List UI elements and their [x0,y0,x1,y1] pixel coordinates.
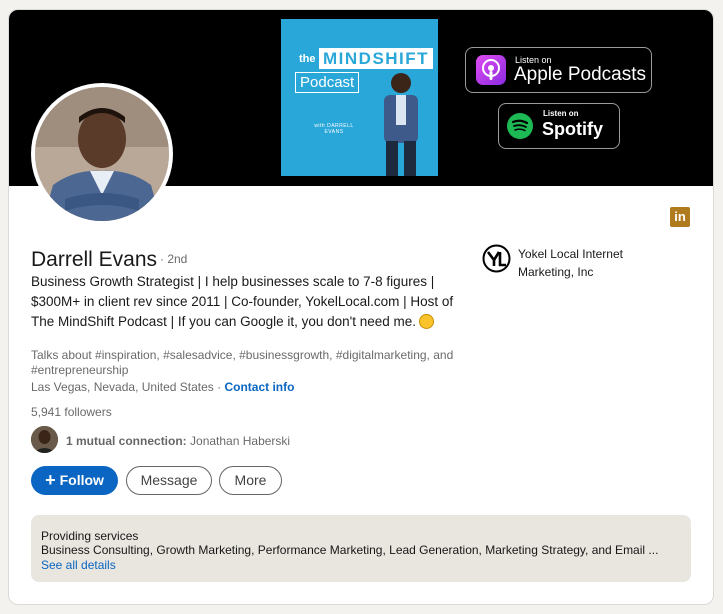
smile-emoji-icon [419,314,435,329]
host-photo-icon [384,73,418,176]
profile-headline: Business Growth Strategist | I help busi… [31,272,461,332]
company-name[interactable]: Yokel Local Internet Marketing, Inc [518,245,678,281]
profile-card: the MINDSHIFT Podcast with DARRELL EVANS… [8,9,714,605]
cover-podcast: Podcast [295,72,360,93]
mutual-count: 1 mutual connection: [66,434,187,448]
follow-label: Follow [59,472,104,488]
followers-count: 5,941 followers [31,405,112,419]
cover-host: with DARRELL EVANS [314,123,354,135]
message-button[interactable]: Message [126,466,212,495]
mutual-connection[interactable]: 1 mutual connection: Jonathan Haberski [66,434,290,448]
apple-podcasts-badge[interactable]: Listen on Apple Podcasts [465,47,652,93]
profile-avatar[interactable] [31,83,173,225]
more-button[interactable]: More [219,466,282,495]
connection-degree: · 2nd [160,252,188,266]
location: Las Vegas, Nevada, United States · [31,380,222,394]
apple-big-text: Apple Podcasts [514,64,647,85]
apple-podcasts-icon [476,55,506,85]
avatar-photo [35,87,169,221]
company-logo-icon[interactable] [482,244,511,273]
services-title: Providing services [41,529,139,543]
talks-about: Talks about #inspiration, #salesadvice, … [31,348,454,377]
cover-mindshift: MINDSHIFT [319,48,434,69]
spotify-big-text: Spotify [542,119,603,139]
contact-info-link[interactable]: Contact info [224,380,294,394]
profile-name: Darrell Evans [31,248,158,271]
location-line: Las Vegas, Nevada, United States · Conta… [31,380,294,395]
see-all-details-link[interactable]: See all details [41,558,116,572]
providing-services-box: Providing services Business Consulting, … [31,515,691,582]
headline-text: Business Growth Strategist | I help busi… [31,274,454,329]
linkedin-icon: in [670,207,690,227]
podcast-cover: the MINDSHIFT Podcast with DARRELL EVANS [281,19,438,176]
cover-the: the [299,53,316,65]
mutual-avatar[interactable] [31,426,58,453]
plus-icon: + [45,470,56,490]
spotify-icon [507,113,533,139]
follow-button[interactable]: + Follow [31,466,118,495]
services-details: Business Consulting, Growth Marketing, P… [41,543,659,557]
spotify-badge[interactable]: Listen on Spotify [498,103,620,149]
mutual-name: Jonathan Haberski [190,434,291,448]
